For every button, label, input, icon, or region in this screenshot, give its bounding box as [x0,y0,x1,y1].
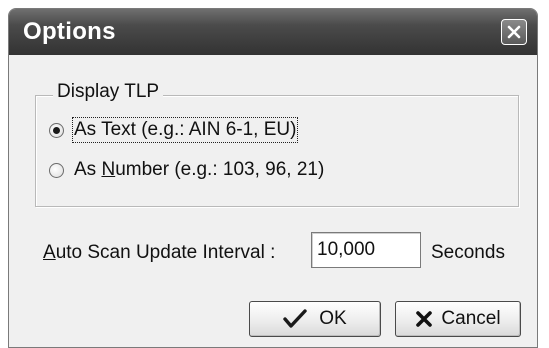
close-button[interactable] [501,19,527,45]
radio-as-text[interactable]: As Text (e.g.: AIN 6-1, EU) [49,117,299,143]
ok-button[interactable]: OK [249,301,381,337]
radio-as-number[interactable]: As Number (e.g.: 103, 96, 21) [49,159,324,181]
checkmark-icon [283,309,307,329]
radio-as-number-label: As Number (e.g.: 103, 96, 21) [74,159,325,180]
window-title: Options [23,18,116,45]
radio-as-text-label: As Text (e.g.: AIN 6-1, EU) [71,117,299,143]
options-dialog: Options Display TLP As Text (e.g.: AIN 6… [8,8,538,348]
cancel-button[interactable]: Cancel [395,301,521,337]
interval-input[interactable] [311,232,421,268]
cancel-label: Cancel [441,308,501,329]
ok-label: OK [319,308,347,329]
x-icon [415,310,433,328]
close-icon [507,25,521,39]
seconds-label: Seconds [431,242,505,263]
radio-button-checked[interactable] [49,122,64,138]
title-bar: Options [9,9,537,56]
display-tlp-legend: Display TLP [53,81,164,103]
radio-button-unchecked[interactable] [49,162,64,178]
dialog-body: Display TLP As Text (e.g.: AIN 6-1, EU) … [9,55,537,347]
interval-label: Auto Scan Update Interval : [43,242,276,263]
display-tlp-group [35,95,519,207]
